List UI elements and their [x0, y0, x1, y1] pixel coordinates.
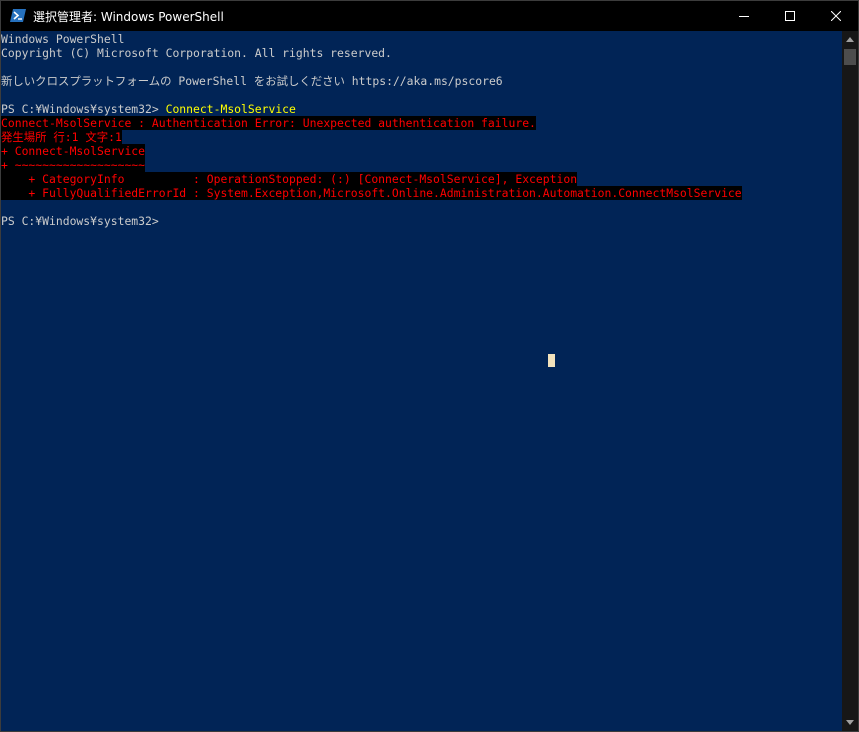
error-message: Connect-MsolService : Authentication Err…	[1, 116, 536, 130]
title-bar[interactable]: 選択管理者: Windows PowerShell	[1, 1, 858, 31]
error-line: + Connect-MsolService	[1, 144, 146, 158]
scroll-up-button[interactable]	[842, 31, 858, 48]
prompt-line: PS C:¥Windows¥system32> Connect-MsolServ…	[1, 102, 296, 116]
prompt-text: PS C:¥Windows¥system32>	[1, 102, 166, 116]
error-underline: + ~~~~~~~~~~~~~~~~~~~	[1, 158, 146, 172]
chevron-up-icon	[846, 37, 854, 42]
scroll-down-button[interactable]	[842, 714, 858, 731]
error-line: + FullyQualifiedErrorId : System.Excepti…	[1, 186, 742, 200]
chevron-down-icon	[846, 720, 854, 725]
minimize-button[interactable]	[721, 1, 767, 31]
powershell-window: 選択管理者: Windows PowerShell Windows PowerS…	[0, 0, 859, 732]
error-line: 発生場所 行:1 文字:1	[1, 130, 122, 144]
powershell-icon	[10, 9, 26, 22]
console-line: Copyright (C) Microsoft Corporation. All…	[1, 46, 392, 60]
maximize-button[interactable]	[767, 1, 813, 31]
error-category-info: + CategoryInfo : OperationStopped: (:) […	[1, 172, 578, 186]
minimize-icon	[739, 16, 749, 17]
console-output[interactable]: Windows PowerShell Copyright (C) Microso…	[1, 31, 842, 731]
scrollbar-thumb[interactable]	[844, 49, 856, 65]
error-location: 発生場所 行:1 文字:1	[1, 130, 122, 144]
vertical-scrollbar[interactable]	[842, 31, 858, 731]
prompt-command: Connect-MsolService	[165, 102, 296, 116]
console-line: Windows PowerShell	[1, 32, 125, 46]
error-line: Connect-MsolService : Authentication Err…	[1, 116, 536, 130]
close-button[interactable]	[813, 1, 858, 31]
error-fully-qualified-id: + FullyQualifiedErrorId : System.Excepti…	[1, 186, 742, 200]
window-title: 選択管理者: Windows PowerShell	[33, 10, 224, 24]
maximize-icon	[785, 11, 795, 21]
error-command: + Connect-MsolService	[1, 144, 146, 158]
error-line: + ~~~~~~~~~~~~~~~~~~~	[1, 158, 146, 172]
prompt-line: PS C:¥Windows¥system32>	[1, 214, 166, 228]
error-line: + CategoryInfo : OperationStopped: (:) […	[1, 172, 578, 186]
console-line: 新しいクロスプラットフォームの PowerShell をお試しください http…	[1, 74, 503, 88]
close-icon	[831, 11, 841, 21]
text-cursor	[548, 354, 555, 367]
